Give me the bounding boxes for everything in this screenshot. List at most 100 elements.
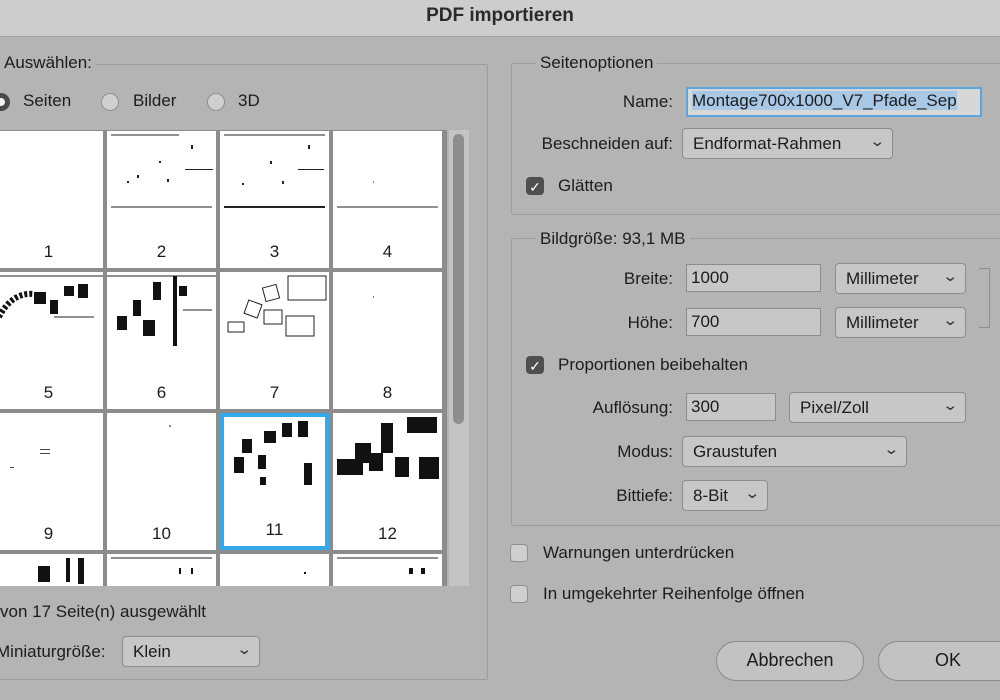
page-preview bbox=[373, 296, 374, 298]
page-thumbnail[interactable]: 5 bbox=[0, 272, 103, 409]
page-number: 1 bbox=[43, 242, 54, 261]
bitdepth-label: Bittiefe: bbox=[616, 486, 673, 505]
width-label: Breite: bbox=[623, 269, 673, 288]
scrollbar-thumb[interactable] bbox=[453, 134, 464, 424]
name-input[interactable]: Montage700x1000_V7_Pfade_Sep bbox=[686, 87, 982, 117]
height-unit-value: Millimeter bbox=[846, 313, 919, 332]
page-thumbnail[interactable] bbox=[0, 554, 103, 586]
page-thumbnail[interactable] bbox=[333, 554, 442, 586]
reverse-order-checkbox[interactable] bbox=[510, 585, 528, 603]
name-value: Montage700x1000_V7_Pfade_Sep bbox=[692, 91, 957, 110]
page-thumbnail[interactable]: 3 bbox=[220, 131, 329, 268]
page-number: 6 bbox=[156, 383, 167, 402]
reverse-order-label[interactable]: In umgekehrter Reihenfolge öffnen bbox=[543, 584, 804, 604]
page-thumbnail[interactable]: 1 bbox=[0, 131, 103, 268]
chevron-down-icon: ⌄ bbox=[942, 268, 959, 285]
page-preview bbox=[227, 275, 327, 337]
page-number: 5 bbox=[43, 383, 54, 402]
page-number: 8 bbox=[382, 383, 393, 402]
page-thumbnail[interactable]: 8 bbox=[333, 272, 442, 409]
height-label: Höhe: bbox=[627, 313, 673, 332]
crop-value: Endformat-Rahmen bbox=[693, 134, 842, 153]
image-size-legend: Bildgröße: 93,1 MB bbox=[536, 229, 690, 249]
page-number: 11 bbox=[265, 520, 284, 539]
page-number: 3 bbox=[269, 242, 280, 261]
ok-button[interactable]: OK bbox=[878, 641, 1000, 681]
resolution-unit-select[interactable]: Pixel/Zoll ⌄ bbox=[789, 392, 966, 423]
page-thumbnail[interactable]: 9 bbox=[0, 413, 103, 550]
page-thumbnail[interactable] bbox=[107, 554, 216, 586]
width-unit-select[interactable]: Millimeter ⌄ bbox=[835, 263, 966, 294]
constrain-checkbox[interactable]: ✓ bbox=[526, 356, 544, 374]
page-thumbnail[interactable]: 12 bbox=[333, 413, 442, 550]
mode-select[interactable]: Graustufen ⌄ bbox=[682, 436, 907, 467]
page-preview bbox=[337, 557, 438, 574]
page-number: 12 bbox=[378, 524, 397, 543]
thumb-size-label: Miniaturgröße: bbox=[0, 642, 106, 661]
chevron-down-icon: ⌄ bbox=[869, 133, 886, 150]
crop-label: Beschneiden auf: bbox=[541, 134, 673, 153]
radio-3d-label[interactable]: 3D bbox=[238, 91, 260, 111]
suppress-warnings-label[interactable]: Warnungen unterdrücken bbox=[543, 543, 734, 563]
radio-images-label[interactable]: Bilder bbox=[133, 91, 176, 111]
width-input[interactable]: 1000 bbox=[686, 264, 821, 292]
page-thumbnail[interactable]: 2 bbox=[107, 131, 216, 268]
resolution-input[interactable]: 300 bbox=[686, 393, 776, 421]
chevron-down-icon: ⌄ bbox=[744, 485, 761, 502]
page-preview bbox=[337, 417, 439, 479]
name-label: Name: bbox=[622, 92, 673, 111]
select-legend: Auswählen: bbox=[0, 53, 96, 73]
width-value: 1000 bbox=[691, 268, 729, 287]
proportion-link-bracket bbox=[979, 268, 990, 328]
crop-select[interactable]: Endformat-Rahmen ⌄ bbox=[682, 128, 893, 159]
constrain-label[interactable]: Proportionen beibehalten bbox=[558, 355, 748, 375]
page-number: 10 bbox=[152, 524, 171, 543]
page-preview bbox=[304, 572, 306, 574]
page-thumbnail[interactable]: 7 bbox=[220, 272, 329, 409]
title-bar: PDF importieren bbox=[0, 0, 1000, 37]
page-options-legend: Seitenoptionen bbox=[536, 53, 658, 73]
thumb-size-select[interactable]: Klein ⌄ bbox=[122, 636, 260, 667]
bitdepth-value: 8-Bit bbox=[693, 486, 728, 505]
page-thumbnail[interactable]: 10 bbox=[107, 413, 216, 550]
page-number: 9 bbox=[43, 524, 54, 543]
smooth-checkbox[interactable]: ✓ bbox=[526, 177, 544, 195]
page-preview bbox=[0, 275, 103, 319]
radio-3d[interactable] bbox=[207, 93, 225, 111]
chevron-down-icon: ⌄ bbox=[236, 641, 253, 658]
smooth-label[interactable]: Glätten bbox=[558, 176, 613, 196]
thumbnail-scrollbar[interactable] bbox=[449, 130, 469, 586]
page-preview bbox=[38, 558, 84, 584]
height-input[interactable]: 700 bbox=[686, 308, 821, 336]
page-preview bbox=[234, 421, 312, 485]
page-preview bbox=[111, 557, 212, 574]
resolution-value: 300 bbox=[691, 397, 720, 416]
chevron-down-icon: ⌄ bbox=[942, 397, 959, 414]
chevron-down-icon: ⌄ bbox=[942, 312, 959, 329]
height-unit-select[interactable]: Millimeter ⌄ bbox=[835, 307, 966, 338]
page-preview bbox=[224, 134, 325, 208]
resolution-label: Auflösung: bbox=[592, 398, 673, 417]
mode-value: Graustufen bbox=[693, 442, 778, 461]
thumb-size-value: Klein bbox=[133, 642, 171, 661]
chevron-down-icon: ⌄ bbox=[883, 441, 900, 458]
height-value: 700 bbox=[691, 312, 720, 331]
selection-status: von 17 Seite(n) ausgewählt bbox=[0, 602, 207, 621]
page-thumbnail[interactable] bbox=[220, 554, 329, 586]
page-preview bbox=[169, 425, 171, 427]
page-number: 4 bbox=[382, 242, 393, 261]
cancel-button[interactable]: Abbrechen bbox=[716, 641, 864, 681]
bitdepth-select[interactable]: 8-Bit ⌄ bbox=[682, 480, 768, 511]
suppress-warnings-checkbox[interactable] bbox=[510, 544, 528, 562]
page-preview bbox=[337, 181, 438, 208]
window-title: PDF importieren bbox=[426, 5, 574, 26]
radio-pages-label[interactable]: Seiten bbox=[23, 91, 71, 111]
mode-label: Modus: bbox=[617, 442, 673, 461]
page-thumbnail-grid[interactable]: 1 2 3 4 5 6 7 8 9 10 11 12 bbox=[0, 130, 447, 586]
page-thumbnail[interactable]: 6 bbox=[107, 272, 216, 409]
radio-images[interactable] bbox=[101, 93, 119, 111]
page-number: 2 bbox=[156, 242, 167, 261]
page-preview bbox=[10, 449, 50, 468]
page-thumbnail[interactable]: 4 bbox=[333, 131, 442, 268]
page-thumbnail-selected[interactable]: 11 bbox=[220, 413, 329, 550]
